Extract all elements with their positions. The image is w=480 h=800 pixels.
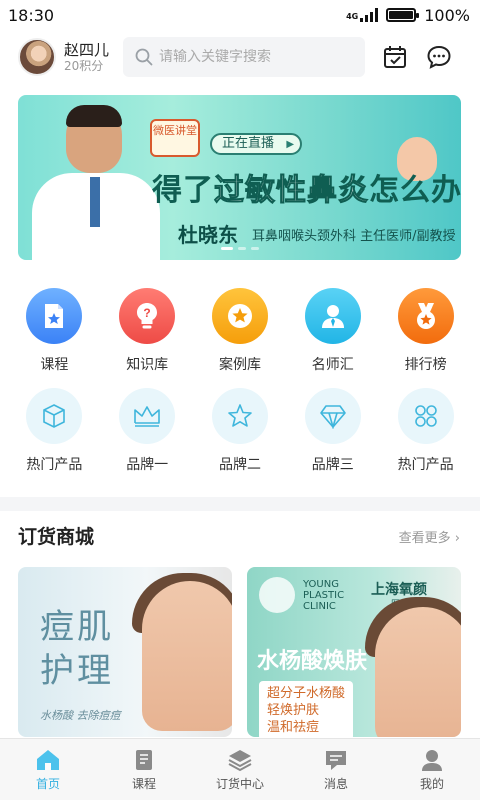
grid-item-hot-products-2[interactable]: 热门产品 <box>386 388 466 474</box>
tab-label: 我的 <box>419 776 444 791</box>
tab-messages[interactable]: 消息 <box>296 748 376 792</box>
teacher-icon <box>304 288 361 344</box>
tab-label: 首页 <box>35 776 60 791</box>
view-more-link[interactable]: 查看更多 › <box>399 527 460 546</box>
doctor-name: 杜晓东 <box>178 223 238 247</box>
status-indicators: 4G 100% <box>346 6 470 25</box>
grid-label: 品牌三 <box>311 457 354 473</box>
search-bar[interactable] <box>123 37 366 77</box>
home-icon <box>37 749 59 770</box>
grid-label: 名师汇 <box>311 357 354 373</box>
model-image <box>375 607 461 737</box>
top-header: 赵四儿 20积分 <box>0 30 480 84</box>
tab-course[interactable]: 课程 <box>104 748 184 792</box>
star-badge-icon <box>211 288 268 344</box>
status-time: 18:30 <box>8 5 55 25</box>
crown-icon <box>119 388 176 444</box>
doctor-title: 耳鼻咽喉头颈外科 主任医师/副教授 <box>252 229 456 244</box>
tab-label: 消息 <box>323 776 348 791</box>
layers-icon <box>228 749 252 771</box>
status-bar: 18:30 4G 100% <box>0 0 480 30</box>
grid-item-hot-products[interactable]: 热门产品 <box>14 388 94 474</box>
avatar[interactable] <box>18 38 56 76</box>
message-icon <box>326 750 346 770</box>
grid-label: 热门产品 <box>397 457 454 473</box>
star-frame-icon <box>211 388 268 444</box>
grid-item-ranking[interactable]: 排行榜 <box>386 288 466 374</box>
grid-label: 排行榜 <box>404 357 447 373</box>
bottom-tab-bar: 首页 课程 订货中心 消息 我的 <box>0 738 480 800</box>
user-points: 20积分 <box>64 58 104 73</box>
brand-chinese: 上海氧颜 <box>371 582 427 598</box>
grid-item-course[interactable]: 课程 <box>14 288 94 374</box>
chat-bubble-icon[interactable] <box>425 43 453 71</box>
card-title: 水杨酸焕肤 <box>257 649 368 674</box>
product-card-acne[interactable]: 痘肌 护理 水杨酸 去除痘痘 <box>18 567 232 737</box>
card-feature-box: 超分子水杨酸 轻焕护肤 温和祛痘 <box>259 681 354 737</box>
battery-icon <box>386 8 420 22</box>
feature-line: 温和祛痘 <box>267 720 320 735</box>
diamond-icon <box>304 388 361 444</box>
signal-icon <box>360 8 379 22</box>
headline-suffix: 怎么办 <box>369 173 461 208</box>
carousel-dot[interactable] <box>250 247 259 250</box>
section-divider <box>0 497 480 511</box>
feature-grid-primary: 课程 ? 知识库 案例库 名师汇 排行榜 <box>0 288 480 374</box>
model-image <box>142 581 232 731</box>
feature-line: 超分子水杨酸 <box>267 686 346 701</box>
grid-item-brand-three[interactable]: 品牌三 <box>293 388 373 474</box>
cube-icon <box>26 388 83 444</box>
battery-percent: 100% <box>424 5 470 25</box>
user-icon <box>422 749 442 771</box>
carousel-dot[interactable] <box>237 247 246 250</box>
clinic-logo-icon <box>259 577 295 613</box>
lightbulb-question-icon: ? <box>119 288 176 344</box>
product-card-peel[interactable]: YOUNG PLASTIC CLINIC 上海氧颜 医疗美容 水杨酸焕肤 超分子… <box>247 567 461 737</box>
promo-banner[interactable]: 微医讲堂 正在直播 得了过敏性鼻炎怎么办 杜晓东 耳鼻咽喉头颈外科 主任医师/副… <box>18 95 461 260</box>
banner-headline: 得了过敏性鼻炎怎么办 <box>152 165 461 209</box>
grid-label: 品牌一 <box>126 457 169 473</box>
network-type: 4G <box>346 11 359 21</box>
card-title: 痘肌 护理 <box>40 605 114 693</box>
search-icon <box>135 48 153 66</box>
tab-label: 课程 <box>131 776 156 791</box>
user-name: 赵四儿 <box>64 40 110 59</box>
calendar-check-icon[interactable] <box>381 43 409 71</box>
live-label: 正在直播 <box>210 133 303 155</box>
grid-item-teachers[interactable]: 名师汇 <box>293 288 373 374</box>
grid-label: 课程 <box>40 357 69 373</box>
card-subtitle: 水杨酸 去除痘痘 <box>40 709 121 722</box>
lecture-badge: 微医讲堂 <box>150 119 200 157</box>
grid-item-cases[interactable]: 案例库 <box>200 288 280 374</box>
tab-home[interactable]: 首页 <box>8 748 88 792</box>
user-info[interactable]: 赵四儿 20积分 <box>64 41 109 73</box>
card-title-line: 痘肌 <box>40 607 114 647</box>
card-title-line: 护理 <box>40 651 114 691</box>
grid-label: 热门产品 <box>26 457 83 473</box>
grid-label: 品牌二 <box>218 457 261 473</box>
tab-profile[interactable]: 我的 <box>392 748 472 792</box>
book-icon <box>136 749 152 770</box>
grid-item-brand-two[interactable]: 品牌二 <box>200 388 280 474</box>
feature-line: 轻焕护肤 <box>267 703 320 718</box>
grid-item-brand-one[interactable]: 品牌一 <box>107 388 187 474</box>
carousel-dot[interactable] <box>220 247 233 250</box>
grid-flower-icon <box>397 388 454 444</box>
grid-item-knowledge[interactable]: ? 知识库 <box>107 288 187 374</box>
grid-label: 案例库 <box>218 357 261 373</box>
carousel-indicator <box>220 247 259 250</box>
section-title: 订货商城 <box>18 526 95 548</box>
grid-label: 知识库 <box>126 357 169 373</box>
svg-text:?: ? <box>144 306 151 320</box>
doctor-image <box>32 103 162 260</box>
headline-prefix: 得了 <box>152 173 214 208</box>
tab-label: 订货中心 <box>215 776 264 791</box>
tab-order-center[interactable]: 订货中心 <box>200 748 280 792</box>
search-input[interactable] <box>159 49 354 65</box>
headline-emphasis: 过敏性鼻炎 <box>214 173 369 209</box>
feature-grid-secondary: 热门产品 品牌一 品牌二 品牌三 热门产品 <box>0 388 480 474</box>
medal-icon <box>397 288 454 344</box>
brand-english: YOUNG PLASTIC CLINIC <box>303 579 345 612</box>
document-star-icon <box>26 288 83 344</box>
